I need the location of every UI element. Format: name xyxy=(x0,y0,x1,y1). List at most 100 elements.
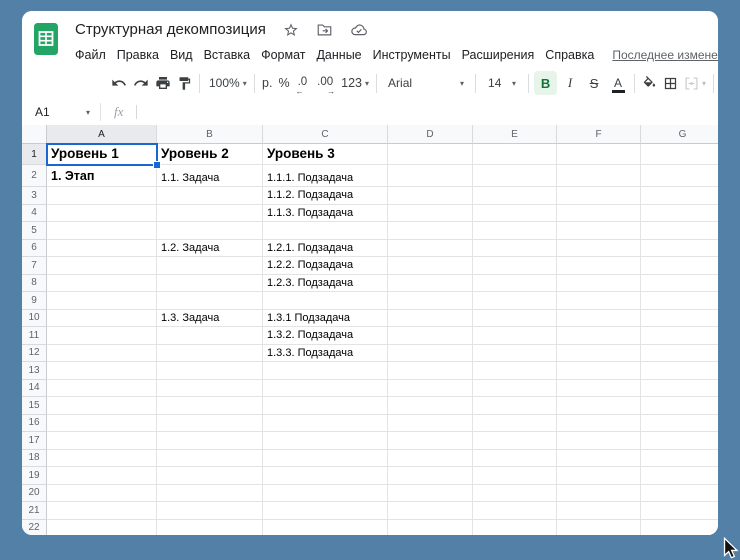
sheets-logo-icon[interactable] xyxy=(33,22,59,56)
font-size-select[interactable]: 14▾ xyxy=(481,71,523,95)
cell-D2[interactable] xyxy=(388,165,473,187)
cell-G2[interactable] xyxy=(641,165,718,187)
cell-G22[interactable] xyxy=(641,520,718,536)
cell-B21[interactable] xyxy=(157,502,263,520)
row-header-7[interactable]: 7 xyxy=(22,257,47,275)
row-header-20[interactable]: 20 xyxy=(22,485,47,503)
cell-A12[interactable] xyxy=(47,345,157,363)
decrease-decimals-button[interactable]: .0← xyxy=(294,71,312,95)
cell-A10[interactable] xyxy=(47,310,157,328)
cell-F11[interactable] xyxy=(557,327,641,345)
cell-D10[interactable] xyxy=(388,310,473,328)
cell-C2[interactable]: 1.1.1. Подзадача xyxy=(263,165,388,187)
cell-C22[interactable] xyxy=(263,520,388,536)
cell-C16[interactable] xyxy=(263,415,388,433)
cell-A8[interactable] xyxy=(47,275,157,293)
cell-C9[interactable] xyxy=(263,292,388,310)
print-button[interactable] xyxy=(153,71,173,95)
cell-D20[interactable] xyxy=(388,485,473,503)
row-header-17[interactable]: 17 xyxy=(22,432,47,450)
cell-C11[interactable]: 1.3.2. Подзадача xyxy=(263,327,388,345)
row-header-5[interactable]: 5 xyxy=(22,222,47,240)
cell-G9[interactable] xyxy=(641,292,718,310)
row-header-15[interactable]: 15 xyxy=(22,397,47,415)
cell-E13[interactable] xyxy=(473,362,557,380)
column-header-A[interactable]: A xyxy=(47,125,157,144)
currency-format-button[interactable]: р. xyxy=(260,71,274,95)
cell-G12[interactable] xyxy=(641,345,718,363)
cell-B1[interactable]: Уровень 2 xyxy=(157,144,263,165)
cell-C7[interactable]: 1.2.2. Подзадача xyxy=(263,257,388,275)
cell-A4[interactable] xyxy=(47,205,157,223)
percent-format-button[interactable]: % xyxy=(276,71,291,95)
row-header-8[interactable]: 8 xyxy=(22,275,47,293)
cell-A19[interactable] xyxy=(47,467,157,485)
cell-C17[interactable] xyxy=(263,432,388,450)
cell-A20[interactable] xyxy=(47,485,157,503)
cell-E21[interactable] xyxy=(473,502,557,520)
menu-item-5[interactable]: Формат xyxy=(261,48,305,62)
cell-D4[interactable] xyxy=(388,205,473,223)
cell-A3[interactable] xyxy=(47,187,157,205)
cell-A21[interactable] xyxy=(47,502,157,520)
cell-E15[interactable] xyxy=(473,397,557,415)
menu-item-2[interactable]: Правка xyxy=(117,48,159,62)
cell-A2[interactable]: 1. Этап xyxy=(47,165,157,187)
menu-item-9[interactable]: Справка xyxy=(545,48,594,62)
cell-C14[interactable] xyxy=(263,380,388,398)
cell-G18[interactable] xyxy=(641,450,718,468)
cell-B19[interactable] xyxy=(157,467,263,485)
cell-C10[interactable]: 1.3.1 Подзадача xyxy=(263,310,388,328)
cloud-status-icon[interactable] xyxy=(350,22,368,37)
cell-F5[interactable] xyxy=(557,222,641,240)
cell-B10[interactable]: 1.3. Задача xyxy=(157,310,263,328)
cell-D14[interactable] xyxy=(388,380,473,398)
paint-format-button[interactable] xyxy=(175,71,194,95)
cell-A1[interactable]: Уровень 1 xyxy=(47,144,157,165)
cell-G8[interactable] xyxy=(641,275,718,293)
cell-G4[interactable] xyxy=(641,205,718,223)
cell-D18[interactable] xyxy=(388,450,473,468)
cell-A9[interactable] xyxy=(47,292,157,310)
row-header-13[interactable]: 13 xyxy=(22,362,47,380)
cell-F14[interactable] xyxy=(557,380,641,398)
cell-B16[interactable] xyxy=(157,415,263,433)
cell-D22[interactable] xyxy=(388,520,473,536)
strikethrough-button[interactable]: S xyxy=(583,71,605,95)
last-edited-link[interactable]: Последнее изменен xyxy=(612,48,718,62)
cell-F13[interactable] xyxy=(557,362,641,380)
cell-D19[interactable] xyxy=(388,467,473,485)
cell-G21[interactable] xyxy=(641,502,718,520)
number-format-button[interactable]: 123▾ xyxy=(339,71,371,95)
cell-F10[interactable] xyxy=(557,310,641,328)
cell-E22[interactable] xyxy=(473,520,557,536)
row-header-4[interactable]: 4 xyxy=(22,205,47,223)
cell-G20[interactable] xyxy=(641,485,718,503)
cell-D5[interactable] xyxy=(388,222,473,240)
cell-F20[interactable] xyxy=(557,485,641,503)
cell-E7[interactable] xyxy=(473,257,557,275)
cell-D13[interactable] xyxy=(388,362,473,380)
cell-F4[interactable] xyxy=(557,205,641,223)
cell-A5[interactable] xyxy=(47,222,157,240)
cell-D15[interactable] xyxy=(388,397,473,415)
cell-D17[interactable] xyxy=(388,432,473,450)
fill-color-button[interactable] xyxy=(640,71,659,95)
cell-E16[interactable] xyxy=(473,415,557,433)
cell-E8[interactable] xyxy=(473,275,557,293)
cell-G11[interactable] xyxy=(641,327,718,345)
cell-B4[interactable] xyxy=(157,205,263,223)
column-header-F[interactable]: F xyxy=(557,125,641,144)
increase-decimals-button[interactable]: .00→ xyxy=(313,71,337,95)
cell-A17[interactable] xyxy=(47,432,157,450)
row-header-19[interactable]: 19 xyxy=(22,467,47,485)
cell-E14[interactable] xyxy=(473,380,557,398)
cell-B6[interactable]: 1.2. Задача xyxy=(157,240,263,258)
cell-F7[interactable] xyxy=(557,257,641,275)
cell-F2[interactable] xyxy=(557,165,641,187)
undo-button[interactable] xyxy=(109,71,129,95)
text-color-button[interactable]: A xyxy=(607,71,629,95)
cell-F3[interactable] xyxy=(557,187,641,205)
cell-F16[interactable] xyxy=(557,415,641,433)
cell-B14[interactable] xyxy=(157,380,263,398)
